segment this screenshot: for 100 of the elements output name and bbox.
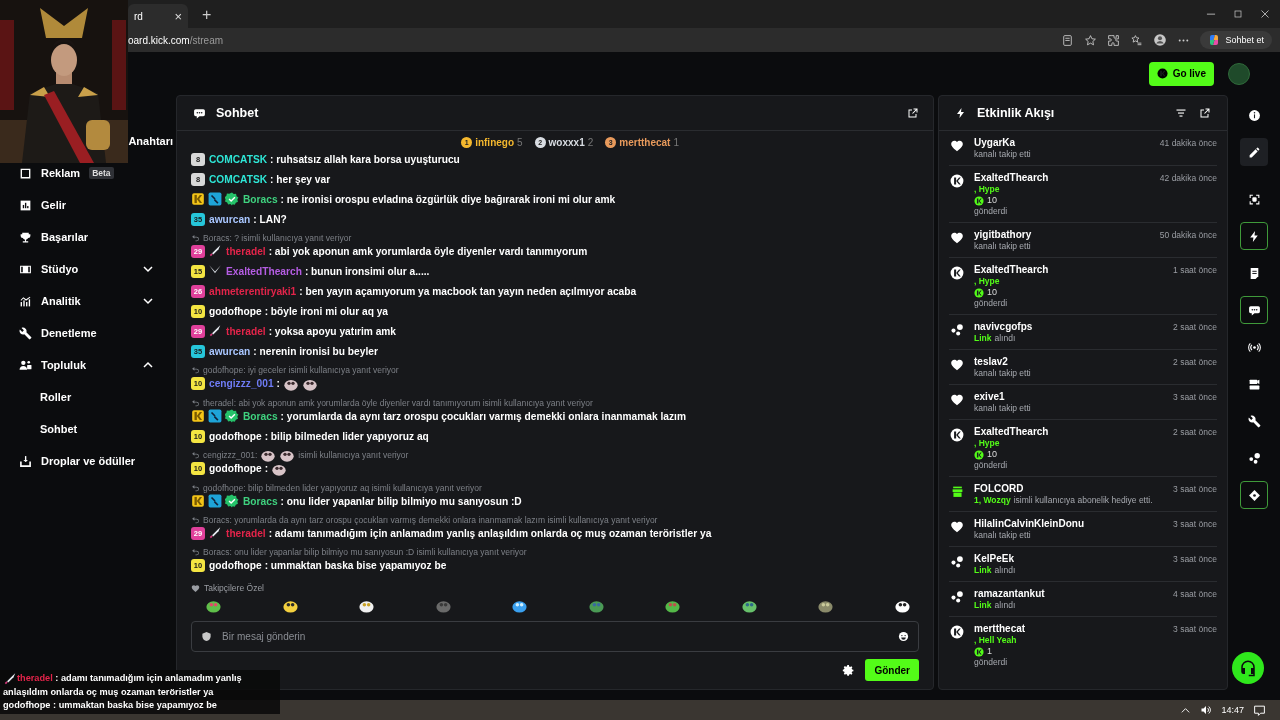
nav-item[interactable]: Denetleme bbox=[41, 327, 97, 339]
chat-username[interactable]: COMCATSK bbox=[209, 173, 268, 185]
pencil-icon bbox=[1247, 145, 1261, 159]
chat-username[interactable]: godofhope bbox=[209, 463, 262, 474]
nav-item[interactable]: Anahtarı bbox=[128, 135, 173, 147]
chat-message-text: : bunun ironsimi olur a..... bbox=[304, 265, 430, 277]
event-time: 1 saat önce bbox=[1173, 265, 1217, 275]
event-username[interactable]: ExaltedThearch bbox=[974, 263, 1049, 276]
overlay-chat-line: godofhope : ummaktan baska bise yapamıyoz be bbox=[3, 699, 218, 712]
nav-item[interactable]: Topluluk bbox=[41, 359, 86, 371]
event-username[interactable]: ExaltedThearch bbox=[974, 171, 1049, 184]
browser-tab[interactable]: rd bbox=[134, 10, 143, 22]
settings-button[interactable] bbox=[842, 663, 856, 677]
chat-username[interactable]: Boracs bbox=[243, 193, 278, 205]
reply-context: godofhope: iyi geceler isimli kullanıcıya yanıt veriyor bbox=[203, 364, 399, 375]
event-username[interactable]: navivcgofps bbox=[974, 320, 1033, 333]
filter-button[interactable] bbox=[1175, 107, 1187, 119]
chat-username[interactable]: ExaltedThearch bbox=[226, 265, 302, 277]
chat-username[interactable]: theradel bbox=[226, 325, 266, 337]
nav-item[interactable]: Analitik bbox=[41, 295, 81, 307]
send-button[interactable]: Gönder bbox=[865, 659, 919, 681]
chat-username[interactable]: COMCATSK bbox=[209, 153, 268, 165]
heart-icon bbox=[950, 139, 964, 153]
go-live-button[interactable]: Go live bbox=[1148, 61, 1214, 86]
rail-button[interactable] bbox=[1240, 296, 1268, 324]
leader-name[interactable]: woxxx1 bbox=[548, 136, 585, 148]
heart-icon bbox=[950, 520, 964, 534]
event-amount: 10 bbox=[987, 449, 997, 460]
event-username[interactable]: ramazantankut bbox=[974, 587, 1045, 600]
broadcast-icon bbox=[1247, 340, 1261, 354]
event-amount: 10 bbox=[987, 195, 997, 206]
nav-item[interactable]: Reklam bbox=[41, 167, 81, 179]
reply-context: isimli kullanıcıya yanıt veriyor bbox=[298, 449, 409, 460]
tier-label: , Hype bbox=[974, 276, 1000, 287]
clock[interactable]: 14:47 bbox=[1221, 705, 1244, 715]
chat-username[interactable]: godofhope bbox=[209, 305, 262, 317]
leader-name[interactable]: mertthecat bbox=[619, 136, 671, 148]
coin-icon bbox=[974, 646, 984, 657]
popout-button[interactable] bbox=[1199, 107, 1211, 119]
emoji-icon[interactable] bbox=[898, 631, 909, 642]
star-icon[interactable] bbox=[1084, 33, 1098, 47]
event-username[interactable]: UygarKa bbox=[974, 136, 1016, 149]
event-username[interactable]: exive1 bbox=[974, 390, 1005, 403]
puzzle-icon[interactable] bbox=[1107, 33, 1121, 47]
rail-button[interactable] bbox=[1240, 481, 1268, 509]
nav-item[interactable]: Gelir bbox=[41, 199, 67, 211]
dots-icon bbox=[950, 555, 964, 569]
reader-icon[interactable] bbox=[1061, 33, 1075, 47]
nav-subitem[interactable]: Roller bbox=[40, 391, 72, 403]
chat-username[interactable]: Boracs bbox=[243, 410, 278, 422]
support-button[interactable] bbox=[1232, 652, 1264, 684]
chat-username[interactable]: awurcan bbox=[209, 213, 251, 225]
event-username[interactable]: HilalinCalvinKleinDonu bbox=[974, 517, 1084, 530]
tab-close-button[interactable]: × bbox=[174, 8, 182, 24]
notification-icon[interactable] bbox=[1253, 703, 1266, 717]
nav-item[interactable]: Stüdyo bbox=[41, 263, 79, 275]
popout-icon bbox=[907, 107, 919, 119]
chat-username[interactable]: Boracs bbox=[243, 495, 278, 507]
chevron-icon[interactable] bbox=[142, 263, 154, 275]
chat-username[interactable]: awurcan bbox=[209, 345, 251, 357]
speaker-icon[interactable] bbox=[1200, 704, 1213, 716]
maximize-icon[interactable] bbox=[1232, 8, 1244, 20]
address-bar[interactable]: oard.kick.com/stream bbox=[128, 34, 1052, 46]
rail-button[interactable] bbox=[1240, 222, 1268, 250]
chat-username[interactable]: godofhope bbox=[209, 559, 262, 571]
heart-icon bbox=[950, 358, 964, 372]
chat-username[interactable]: ahmeterentiryaki1 bbox=[209, 285, 297, 297]
nav-subitem[interactable]: Sohbet bbox=[40, 423, 78, 435]
chat-username[interactable]: theradel bbox=[226, 245, 266, 257]
leader-name[interactable]: infinego bbox=[475, 136, 515, 148]
gift-icon bbox=[950, 485, 964, 498]
favorites-icon[interactable] bbox=[1130, 33, 1144, 47]
event-username[interactable]: KelPeEk bbox=[974, 552, 1015, 565]
nav-item[interactable]: Başarılar bbox=[41, 231, 89, 243]
reply-icon bbox=[191, 450, 200, 459]
chat-username[interactable]: godofhope bbox=[209, 430, 262, 442]
rail-button[interactable] bbox=[1240, 138, 1268, 166]
chat-username[interactable]: theradel bbox=[226, 527, 266, 539]
profile-icon[interactable] bbox=[1153, 33, 1168, 47]
copilot-button[interactable]: Sohbet et bbox=[1200, 31, 1272, 49]
verified-icon bbox=[225, 409, 239, 423]
event-detail: kanalı takip etti bbox=[974, 403, 1031, 414]
avatar[interactable] bbox=[1228, 62, 1250, 85]
reply-icon bbox=[191, 233, 200, 242]
chevron-icon[interactable] bbox=[142, 295, 154, 307]
event-time: 3 saat önce bbox=[1173, 392, 1217, 402]
og-badge-icon bbox=[191, 494, 205, 508]
event-time: 42 dakika önce bbox=[1159, 173, 1217, 183]
new-tab-button[interactable]: + bbox=[196, 5, 218, 25]
nav-item[interactable]: Droplar ve ödüller bbox=[41, 455, 136, 467]
event-username[interactable]: yigitbathory bbox=[974, 228, 1032, 241]
popout-button[interactable] bbox=[907, 107, 919, 119]
event-username[interactable]: teslav2 bbox=[974, 355, 1008, 368]
event-username[interactable]: ExaltedThearch bbox=[974, 425, 1049, 438]
chat-username[interactable]: cengizzz_001 bbox=[209, 378, 274, 389]
reply-icon bbox=[191, 483, 200, 492]
event-username[interactable]: FOLCORD bbox=[974, 482, 1024, 495]
coin-icon bbox=[974, 287, 984, 298]
event-username[interactable]: mertthecat bbox=[974, 622, 1026, 635]
message-input[interactable]: Bir mesaj gönderin bbox=[191, 621, 919, 652]
